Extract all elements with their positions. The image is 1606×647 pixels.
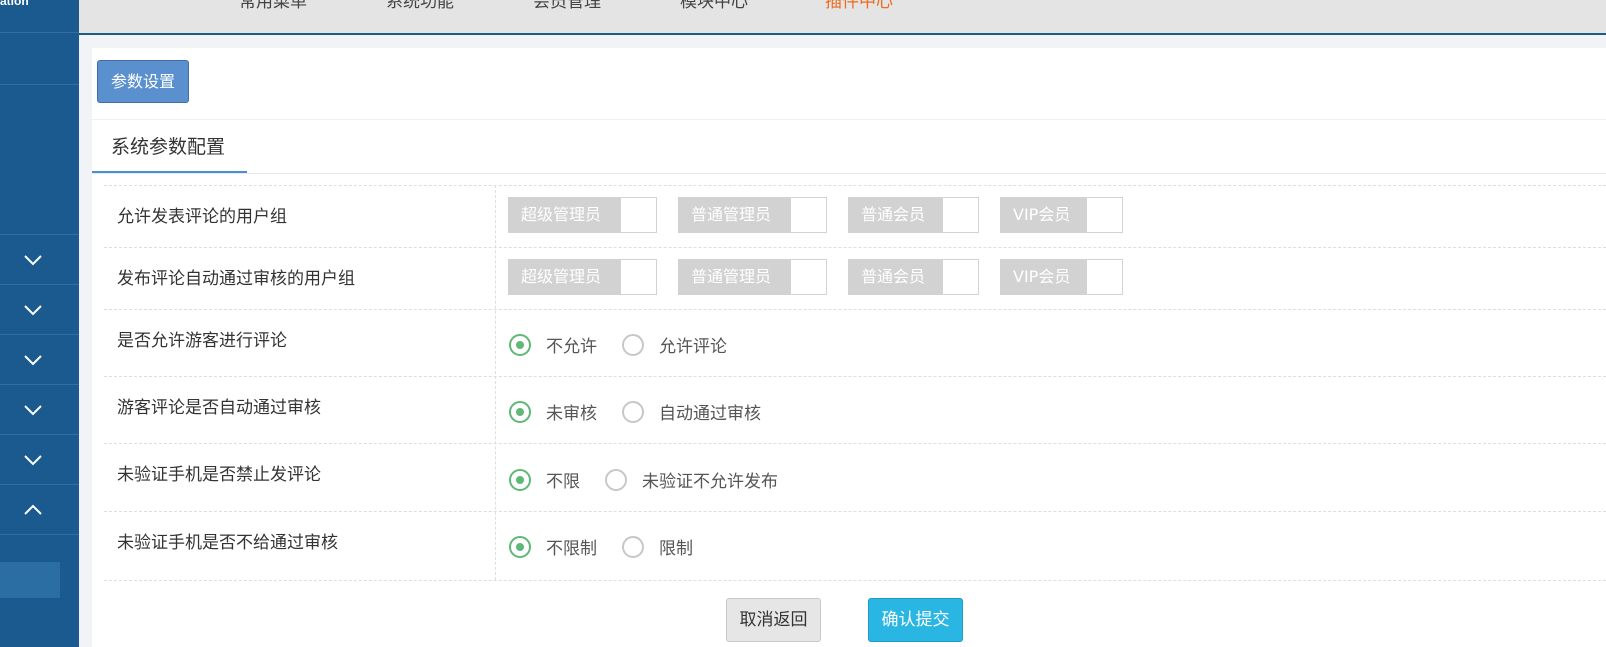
sidebar: ation <box>0 0 79 647</box>
sidebar-divider <box>0 434 79 435</box>
main-panel: 参数设置 系统参数配置 允许发表评论的用户组 超级管理员 普通管理员 普通会员 … <box>92 48 1606 647</box>
divider <box>92 119 1606 120</box>
radio-checked-icon <box>509 469 531 491</box>
nav-item-active[interactable]: 插件中心 <box>825 0 893 12</box>
form-row: 发布评论自动通过审核的用户组 超级管理员 普通管理员 普通会员 VIP会员 <box>104 247 1606 310</box>
row-label: 是否允许游客进行评论 <box>117 331 287 351</box>
nav-item[interactable]: 系统功能 <box>386 0 454 12</box>
nav-item[interactable]: 模块中心 <box>680 0 748 12</box>
cancel-button[interactable]: 取消返回 <box>726 598 821 642</box>
tab-bar-border <box>92 173 1606 174</box>
sidebar-active-item[interactable] <box>0 562 60 598</box>
sidebar-divider <box>0 32 79 33</box>
chevron-down-icon[interactable] <box>22 399 44 421</box>
sidebar-divider <box>0 234 79 235</box>
switch-label: VIP会员 <box>1001 198 1087 232</box>
radio-unchecked-icon <box>622 334 644 356</box>
chevron-down-icon[interactable] <box>22 299 44 321</box>
radio-label: 不限制 <box>546 539 597 559</box>
param-settings-button[interactable]: 参数设置 <box>97 60 189 103</box>
row-label: 游客评论是否自动通过审核 <box>117 398 321 418</box>
sidebar-divider <box>0 284 79 285</box>
chevron-down-icon[interactable] <box>22 349 44 371</box>
row-label: 发布评论自动通过审核的用户组 <box>117 269 355 289</box>
group-switch[interactable]: 普通管理员 <box>678 259 827 295</box>
chevron-down-icon[interactable] <box>22 449 44 471</box>
chevron-down-icon[interactable] <box>22 249 44 271</box>
radio-label: 未审核 <box>546 404 597 424</box>
form-row: 允许发表评论的用户组 超级管理员 普通管理员 普通会员 VIP会员 <box>104 185 1606 248</box>
radio-label: 自动通过审核 <box>659 404 761 424</box>
form-row: 未验证手机是否不给通过审核 不限制 限制 <box>104 511 1606 581</box>
switch-label: VIP会员 <box>1001 260 1087 294</box>
sidebar-divider <box>0 334 79 335</box>
group-switch[interactable]: VIP会员 <box>1000 259 1123 295</box>
sidebar-divider <box>0 484 79 485</box>
group-switch[interactable]: 普通管理员 <box>678 197 827 233</box>
radio-unchecked-icon <box>622 401 644 423</box>
radio-unchecked-icon <box>622 536 644 558</box>
row-label: 未验证手机是否不给通过审核 <box>117 533 338 553</box>
nav-item[interactable]: 会员管理 <box>533 0 601 12</box>
group-switch[interactable]: 超级管理员 <box>508 197 657 233</box>
group-switch[interactable]: 普通会员 <box>848 259 979 295</box>
brand-logo-text: ation <box>0 0 29 8</box>
radio-checked-icon <box>509 334 531 356</box>
radio-label: 限制 <box>659 539 693 559</box>
radio-label: 未验证不允许发布 <box>642 472 778 492</box>
sidebar-divider <box>0 384 79 385</box>
form-row: 未验证手机是否禁止发评论 不限 未验证不允许发布 <box>104 443 1606 512</box>
radio-label: 不限 <box>546 472 580 492</box>
radio-checked-icon <box>509 536 531 558</box>
group-switch[interactable]: VIP会员 <box>1000 197 1123 233</box>
radio-label: 允许评论 <box>659 337 727 357</box>
switch-label: 普通管理员 <box>679 198 791 232</box>
switch-label: 普通会员 <box>849 260 943 294</box>
form-row: 游客评论是否自动通过审核 未审核 自动通过审核 <box>104 376 1606 444</box>
sidebar-divider <box>0 84 79 85</box>
sidebar-divider <box>0 534 79 535</box>
switch-label: 超级管理员 <box>509 198 621 232</box>
chevron-up-icon[interactable] <box>22 499 44 521</box>
switch-label: 普通会员 <box>849 198 943 232</box>
radio-checked-icon <box>509 401 531 423</box>
radio-label: 不允许 <box>546 337 597 357</box>
nav-item[interactable]: 常用菜单 <box>239 0 307 12</box>
group-switch[interactable]: 超级管理员 <box>508 259 657 295</box>
group-switch[interactable]: 普通会员 <box>848 197 979 233</box>
switch-label: 普通管理员 <box>679 260 791 294</box>
row-label: 允许发表评论的用户组 <box>117 207 287 227</box>
radio-unchecked-icon <box>605 469 627 491</box>
top-nav-bar: 常用菜单 系统功能 会员管理 模块中心 插件中心 <box>79 0 1606 35</box>
submit-button[interactable]: 确认提交 <box>868 598 963 642</box>
form-row: 是否允许游客进行评论 不允许 允许评论 <box>104 309 1606 377</box>
row-label: 未验证手机是否禁止发评论 <box>117 465 321 485</box>
tab-system-params[interactable]: 系统参数配置 <box>111 132 225 159</box>
switch-label: 超级管理员 <box>509 260 621 294</box>
